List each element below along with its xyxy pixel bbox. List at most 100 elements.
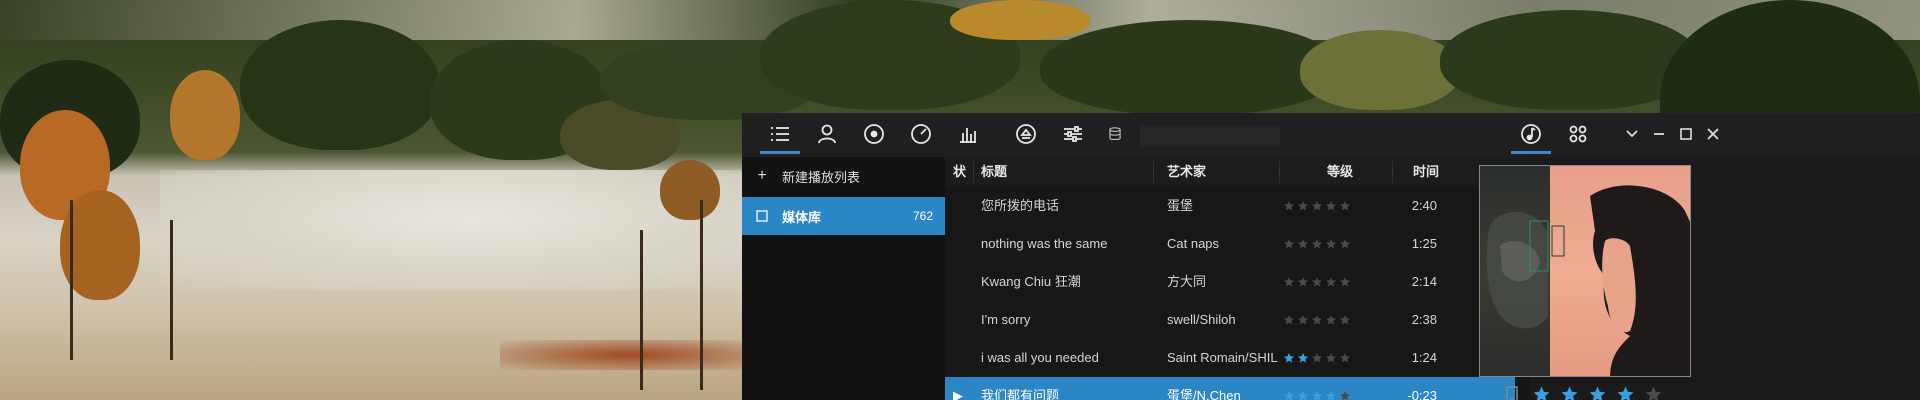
track-title: nothing was the same xyxy=(981,236,1108,251)
wallpaper-trunk xyxy=(170,220,173,360)
rating-star-icon[interactable] xyxy=(1283,352,1295,364)
track-title: I'm sorry xyxy=(981,312,1031,327)
artist-icon[interactable] xyxy=(807,119,847,149)
rating-star-icon[interactable] xyxy=(1325,314,1337,326)
album-icon[interactable] xyxy=(854,119,894,149)
rating-star-icon[interactable] xyxy=(1339,314,1351,326)
rating-star-icon[interactable] xyxy=(1297,200,1309,212)
bookmark-icon[interactable] xyxy=(1504,385,1520,400)
column-divider[interactable] xyxy=(973,161,974,183)
track-rating[interactable] xyxy=(1283,339,1363,377)
close-icon[interactable] xyxy=(1701,121,1725,147)
eject-icon[interactable] xyxy=(1006,119,1046,149)
rating-star-icon[interactable] xyxy=(1297,238,1309,250)
database-icon[interactable] xyxy=(1100,119,1130,149)
now-playing-star-icon[interactable] xyxy=(1532,385,1551,400)
wallpaper-trunk xyxy=(700,200,703,390)
album-cover[interactable] xyxy=(1479,165,1691,377)
track-time: 2:40 xyxy=(1411,198,1437,213)
column-header-artist[interactable]: 艺术家 xyxy=(1167,157,1206,187)
rating-star-icon[interactable] xyxy=(1283,390,1295,400)
column-divider[interactable] xyxy=(1392,161,1393,183)
status-cell xyxy=(953,263,971,301)
genre-icon[interactable] xyxy=(901,119,941,149)
rating-star-icon[interactable] xyxy=(1311,352,1323,364)
rating-star-icon[interactable] xyxy=(1339,200,1351,212)
four-dots-icon xyxy=(1569,125,1587,143)
rating-star-icon[interactable] xyxy=(1325,276,1337,288)
rating-star-icon[interactable] xyxy=(1325,238,1337,250)
track-row[interactable]: 您所拨的电话 蛋堡 2:40 xyxy=(945,187,1515,225)
rating-star-icon[interactable] xyxy=(1311,238,1323,250)
chevron-down-icon[interactable] xyxy=(1620,121,1644,147)
rating-star-icon[interactable] xyxy=(1283,314,1295,326)
rating-star-icon[interactable] xyxy=(1311,276,1323,288)
rating-star-icon[interactable] xyxy=(1325,200,1337,212)
status-cell xyxy=(953,187,971,225)
track-row[interactable]: ▶ 我们都有问题 蛋堡/N.Chen -0:23 xyxy=(945,377,1515,400)
track-rating[interactable] xyxy=(1283,377,1363,400)
apps-icon[interactable] xyxy=(1558,119,1598,149)
track-row[interactable]: nothing was the same Cat naps 1:25 xyxy=(945,225,1515,263)
track-title: i was all you needed xyxy=(981,350,1099,365)
rating-star-icon[interactable] xyxy=(1297,314,1309,326)
play-indicator-icon: ▶ xyxy=(953,388,963,400)
track-rating[interactable] xyxy=(1283,225,1363,263)
column-header-rating[interactable]: 等级 xyxy=(1327,157,1353,187)
track-rating[interactable] xyxy=(1283,263,1363,301)
playlist-icon-glyph xyxy=(771,127,789,141)
now-playing-star-icon[interactable] xyxy=(1616,385,1635,400)
status-cell xyxy=(953,301,971,339)
search-bar[interactable] xyxy=(1140,126,1280,146)
status-cell xyxy=(953,225,971,263)
track-artist: 蛋堡 xyxy=(1167,198,1194,213)
maximize-icon[interactable] xyxy=(1674,121,1698,147)
music-player-window: + 新建播放列表 媒体库 762 状 标题 艺术家 等级 时间 您所拨的电话 蛋堡… xyxy=(742,113,1920,400)
track-time: 2:38 xyxy=(1411,312,1437,327)
rating-star-icon[interactable] xyxy=(1283,276,1295,288)
rating-star-icon[interactable] xyxy=(1339,276,1351,288)
column-header-status[interactable]: 状 xyxy=(953,157,966,187)
track-rating[interactable] xyxy=(1283,187,1363,225)
track-title: Kwang Chiu 狂潮 xyxy=(981,274,1081,289)
now-playing-tab[interactable] xyxy=(1511,119,1551,154)
person-icon xyxy=(818,124,836,144)
playlist-icon[interactable] xyxy=(760,119,800,154)
now-playing-star-icon[interactable] xyxy=(1644,385,1663,400)
now-playing-star-icon[interactable] xyxy=(1588,385,1607,400)
track-row[interactable]: i was all you needed Saint Romain/SHIL 1:2… xyxy=(945,339,1515,377)
track-rating[interactable] xyxy=(1283,301,1363,339)
rating-star-icon[interactable] xyxy=(1297,352,1309,364)
sidebar-item-label: 媒体库 xyxy=(782,209,822,225)
sidebar-item-library[interactable]: 媒体库 762 xyxy=(742,197,945,235)
rating-star-icon[interactable] xyxy=(1297,390,1309,400)
column-divider[interactable] xyxy=(1279,161,1280,183)
track-row[interactable]: Kwang Chiu 狂潮 方大同 2:14 xyxy=(945,263,1515,301)
rating-star-icon[interactable] xyxy=(1339,390,1351,400)
column-header-title[interactable]: 标题 xyxy=(981,157,1007,187)
toolbar xyxy=(742,113,1920,157)
rating-star-icon[interactable] xyxy=(1339,352,1351,364)
rating-star-icon[interactable] xyxy=(1311,200,1323,212)
track-row[interactable]: I'm sorry swell/Shiloh 2:38 xyxy=(945,301,1515,339)
rating-star-icon[interactable] xyxy=(1325,390,1337,400)
rating-star-icon[interactable] xyxy=(1339,238,1351,250)
rating-star-icon[interactable] xyxy=(1297,276,1309,288)
column-header-time[interactable]: 时间 xyxy=(1413,157,1439,187)
portrait-silhouette xyxy=(1551,185,1690,376)
now-playing-star-icon[interactable] xyxy=(1560,385,1579,400)
equalizer-bars-icon[interactable] xyxy=(948,119,988,149)
search-input[interactable] xyxy=(1140,126,1280,146)
wallpaper-trunk xyxy=(70,200,73,360)
rating-star-icon[interactable] xyxy=(1283,238,1295,250)
now-playing-rating[interactable] xyxy=(1532,385,1663,400)
rating-star-icon[interactable] xyxy=(1311,390,1323,400)
settings-sliders-icon[interactable] xyxy=(1053,119,1093,149)
new-playlist-button[interactable]: + 新建播放列表 xyxy=(742,161,945,191)
rating-star-icon[interactable] xyxy=(1283,200,1295,212)
minimize-icon[interactable] xyxy=(1647,121,1671,147)
rating-star-icon[interactable] xyxy=(1311,314,1323,326)
column-divider[interactable] xyxy=(1153,161,1154,183)
rating-star-icon[interactable] xyxy=(1325,352,1337,364)
track-artist: Cat naps xyxy=(1167,236,1220,251)
